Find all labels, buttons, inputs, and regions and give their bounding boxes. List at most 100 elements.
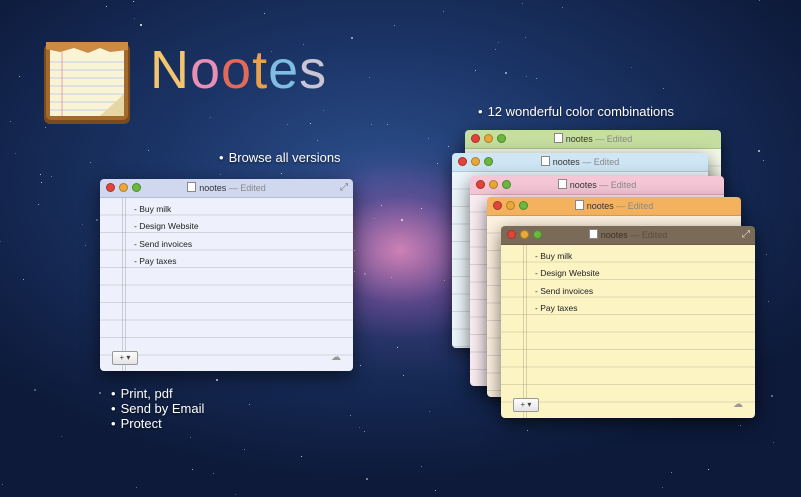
star bbox=[235, 494, 236, 495]
note-paper[interactable]: - Buy milk - Design Website - Send invoi… bbox=[501, 245, 755, 418]
star bbox=[448, 146, 449, 147]
star bbox=[220, 174, 221, 175]
star bbox=[216, 379, 218, 381]
note-window-blue[interactable]: nootes — Edited ⤢ - Buy milk - Design We… bbox=[100, 179, 353, 371]
star bbox=[360, 365, 361, 366]
list-item: - Pay taxes bbox=[134, 256, 177, 266]
window-title: nootes — Edited bbox=[487, 200, 741, 211]
note-paper[interactable]: - Buy milk - Design Website - Send invoi… bbox=[100, 198, 353, 371]
title-letter: o bbox=[221, 40, 253, 100]
title-letter: t bbox=[252, 40, 269, 100]
star bbox=[371, 124, 372, 125]
star bbox=[0, 241, 1, 242]
star bbox=[310, 123, 311, 124]
star bbox=[768, 301, 769, 302]
edited-status: — Edited bbox=[228, 183, 266, 193]
star bbox=[662, 487, 663, 488]
title-bar[interactable]: nootes — Edited ⤢ bbox=[100, 179, 353, 198]
star bbox=[45, 127, 46, 128]
star bbox=[381, 205, 382, 206]
feature-email: Send by Email bbox=[111, 401, 205, 416]
add-menu-button[interactable]: + ▾ bbox=[513, 398, 539, 412]
edited-status: — Edited bbox=[616, 201, 654, 211]
star bbox=[403, 375, 404, 376]
list-item: - Buy milk bbox=[134, 204, 172, 214]
edited-status: — Edited bbox=[630, 230, 668, 240]
star bbox=[213, 473, 214, 474]
star bbox=[366, 478, 368, 480]
star bbox=[96, 219, 98, 221]
star bbox=[34, 389, 36, 391]
star bbox=[475, 70, 476, 71]
star bbox=[773, 442, 774, 443]
notepad-logo-icon bbox=[44, 42, 130, 124]
document-name: nootes bbox=[600, 230, 628, 240]
document-icon bbox=[540, 156, 550, 166]
star bbox=[364, 431, 365, 432]
star bbox=[210, 117, 211, 118]
edited-status: — Edited bbox=[582, 157, 620, 167]
title-letter: o bbox=[190, 40, 222, 100]
star bbox=[437, 163, 438, 164]
document-icon bbox=[553, 133, 563, 143]
star bbox=[421, 466, 422, 467]
star bbox=[106, 6, 107, 7]
star bbox=[190, 437, 191, 438]
star bbox=[301, 456, 302, 457]
star bbox=[498, 42, 499, 43]
star bbox=[38, 204, 39, 205]
feature-browse-versions: Browse all versions bbox=[219, 150, 341, 165]
note-window-yellow[interactable]: nootes — Edited ⤢ - Buy milk - Design We… bbox=[501, 226, 755, 418]
window-title: nootes — Edited bbox=[470, 179, 724, 190]
star bbox=[136, 487, 137, 488]
star bbox=[394, 25, 395, 26]
star bbox=[397, 347, 398, 348]
star bbox=[763, 160, 764, 161]
edited-status: — Edited bbox=[595, 134, 633, 144]
star bbox=[771, 395, 773, 397]
document-name: nootes bbox=[569, 180, 597, 190]
star bbox=[443, 11, 444, 12]
fullscreen-icon[interactable]: ⤢ bbox=[340, 183, 348, 193]
title-bar[interactable]: nootes — Edited bbox=[452, 153, 708, 172]
star bbox=[41, 182, 42, 183]
title-letter: s bbox=[299, 40, 328, 100]
star bbox=[671, 472, 672, 473]
star bbox=[429, 411, 430, 412]
star bbox=[354, 250, 355, 251]
star bbox=[23, 279, 24, 280]
star bbox=[766, 254, 767, 255]
title-bar[interactable]: nootes — Edited bbox=[470, 176, 724, 195]
star bbox=[444, 280, 445, 281]
feature-color-combinations: 12 wonderful color combinations bbox=[478, 104, 674, 119]
window-title: nootes — Edited bbox=[465, 133, 721, 144]
cloud-icon: ☁ bbox=[331, 352, 341, 363]
edited-status: — Edited bbox=[599, 180, 637, 190]
star bbox=[192, 469, 193, 470]
star bbox=[19, 76, 20, 77]
title-bar[interactable]: nootes — Edited ⤢ bbox=[501, 226, 755, 245]
star bbox=[354, 271, 355, 272]
star bbox=[562, 7, 563, 8]
feature-print: Print, pdf bbox=[111, 386, 173, 401]
feature-protect: Protect bbox=[111, 416, 162, 431]
add-menu-button[interactable]: + ▾ bbox=[112, 351, 138, 365]
star bbox=[374, 218, 375, 219]
star bbox=[505, 72, 507, 74]
fullscreen-icon[interactable]: ⤢ bbox=[742, 230, 750, 240]
title-bar[interactable]: nootes — Edited bbox=[465, 130, 721, 149]
star bbox=[317, 140, 318, 141]
document-name: nootes bbox=[552, 157, 580, 167]
star bbox=[2, 484, 3, 485]
star bbox=[264, 13, 265, 14]
star bbox=[663, 88, 664, 89]
title-bar[interactable]: nootes — Edited bbox=[487, 197, 741, 216]
title-letter: N bbox=[150, 40, 190, 100]
star bbox=[350, 415, 351, 416]
list-item: - Design Website bbox=[535, 268, 600, 278]
star bbox=[526, 76, 527, 77]
star bbox=[140, 24, 142, 26]
star bbox=[740, 425, 741, 426]
star bbox=[536, 78, 537, 79]
star bbox=[40, 174, 41, 175]
